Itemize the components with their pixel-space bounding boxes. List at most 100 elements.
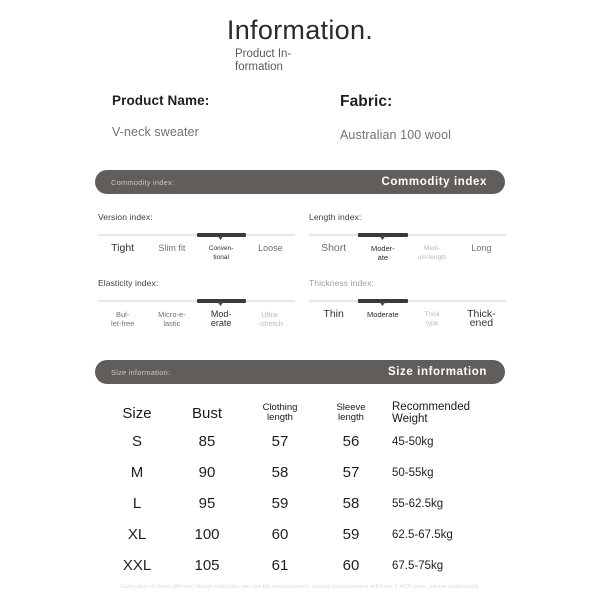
- cell-sleeve: 57: [342, 464, 360, 481]
- size-information-banner: Size information: Size information: [95, 360, 505, 384]
- version-index-slider[interactable]: [98, 230, 295, 240]
- table-row: XXL 105 61 60 67.5-75kg: [104, 550, 504, 581]
- cell-bust: 85: [198, 433, 216, 450]
- slider-marker-triangle-icon: [379, 236, 386, 240]
- elasticity-option-2[interactable]: Mod-erate: [197, 310, 246, 328]
- elasticity-option-0[interactable]: Bul-let-free: [98, 310, 147, 328]
- length-index-title: Length index:: [309, 212, 362, 222]
- footer-disclaimer: Every item of dress different design mat…: [120, 584, 480, 590]
- length-option-1[interactable]: Moder-ate: [358, 244, 407, 262]
- table-body: S 85 57 56 45-50kg M 90 58 57 50-55kg L …: [104, 426, 504, 581]
- thickness-index-slider[interactable]: [309, 296, 506, 306]
- slider-track: [309, 234, 506, 236]
- version-option-1[interactable]: Slim fit: [147, 244, 196, 262]
- product-name-label: Product Name:: [112, 93, 210, 108]
- page-header: Information. Product In- formation: [0, 0, 600, 73]
- table-row: L 95 59 58 55-62.5kg: [104, 488, 504, 519]
- size-banner-wrap: Size information: Size information: [0, 360, 600, 384]
- thickness-option-1[interactable]: Moderate: [358, 310, 407, 328]
- index-block-length: Length index: Short Moder-ate Medi-um-le…: [309, 212, 506, 262]
- version-option-0[interactable]: Tight: [98, 243, 147, 262]
- cell-sleeve: 60: [342, 557, 360, 574]
- cell-size: S: [131, 433, 142, 450]
- thickness-option-3[interactable]: Thick-ened: [457, 309, 506, 329]
- fabric-label: Fabric:: [340, 93, 393, 110]
- cell-clothing: 60: [271, 526, 289, 543]
- cell-weight: 50-55kg: [392, 466, 434, 479]
- thickness-option-0[interactable]: Thin: [309, 309, 358, 328]
- cell-bust: 100: [194, 526, 220, 543]
- index-block-thickness: Thickness index: Thin Moderate Thick type…: [309, 278, 506, 328]
- elasticity-option-3[interactable]: Ultra- -stretch: [246, 310, 295, 328]
- slider-marker-triangle-icon: [217, 302, 224, 306]
- elasticity-option-1[interactable]: Micro-e-lastic: [147, 310, 196, 328]
- column-header-sleeve-length: Sleeve length: [316, 402, 386, 424]
- length-option-2[interactable]: Medi-um-length: [408, 244, 457, 262]
- version-index-labels: Tight Slim fit Conven-tional Loose: [98, 243, 295, 262]
- cell-bust: 95: [198, 495, 216, 512]
- page-title: Information.: [226, 15, 374, 45]
- thickness-option-2[interactable]: Thick type: [408, 310, 457, 328]
- version-option-3[interactable]: Loose: [246, 244, 295, 262]
- commodity-index-banner: Commodity index: Commodity index: [95, 170, 505, 194]
- slider-marker-triangle-icon: [217, 236, 224, 240]
- cell-sleeve: 59: [342, 526, 360, 543]
- cell-size: L: [132, 495, 142, 512]
- length-index-labels: Short Moder-ate Medi-um-length Long: [309, 243, 506, 262]
- cell-weight: 62.5-67.5kg: [392, 528, 453, 541]
- length-option-0[interactable]: Short: [309, 243, 358, 262]
- cell-sleeve: 58: [342, 495, 360, 512]
- length-index-slider[interactable]: [309, 230, 506, 240]
- elasticity-index-title: Elasticity index:: [98, 278, 159, 288]
- elasticity-index-slider[interactable]: [98, 296, 295, 306]
- version-index-title: Version index:: [98, 212, 153, 222]
- product-summary: Product Name: V-neck sweater Fabric: Aus…: [0, 93, 600, 142]
- column-header-size: Size: [122, 404, 152, 422]
- cell-bust: 90: [198, 464, 216, 481]
- page-subtitle-line-1: Product In-: [235, 48, 292, 60]
- slider-track: [309, 300, 506, 302]
- length-option-3[interactable]: Long: [457, 244, 506, 262]
- commodity-banner-wrap: Commodity index: Commodity index: [0, 170, 600, 194]
- cell-clothing: 58: [271, 464, 289, 481]
- commodity-banner-right-label: Commodity index: [381, 176, 487, 188]
- elasticity-index-labels: Bul-let-free Micro-e-lastic Mod-erate Ul…: [98, 310, 295, 329]
- index-block-elasticity: Elasticity index: Bul-let-free Micro-e-l…: [98, 278, 295, 328]
- size-banner-right-label: Size information: [387, 366, 487, 378]
- cell-clothing: 59: [271, 495, 289, 512]
- product-name-column: Product Name: V-neck sweater: [112, 93, 340, 142]
- table-row: M 90 58 57 50-55kg: [104, 457, 504, 488]
- cell-size: XL: [127, 526, 147, 543]
- cell-weight: 67.5-75kg: [392, 559, 444, 572]
- page-subtitle-line-2: formation: [235, 60, 283, 73]
- table-row: S 85 57 56 45-50kg: [104, 426, 504, 457]
- column-header-bust: Bust: [191, 404, 222, 422]
- cell-size: M: [130, 464, 144, 481]
- column-header-clothing-length: Clothing length: [244, 402, 316, 424]
- commodity-banner-left-label: Commodity index:: [111, 177, 175, 187]
- table-header-row: Size Bust Clothing length Sleeve length …: [104, 400, 504, 426]
- index-grid: Version index: Tight Slim fit Conven-tio…: [0, 212, 600, 328]
- column-header-recommended-weight: Recommended Weight: [386, 401, 498, 426]
- cell-weight: 45-50kg: [392, 435, 434, 448]
- page-subtitle: Product In- formation: [225, 48, 375, 73]
- size-table: Size Bust Clothing length Sleeve length …: [0, 400, 600, 581]
- product-information-page: Information. Product In- formation Produ…: [0, 0, 600, 600]
- slider-marker-triangle-icon: [379, 302, 386, 306]
- column-header-clothing-length-line-2: length: [267, 412, 293, 423]
- cell-bust: 105: [194, 557, 220, 574]
- thickness-index-title: Thickness index:: [309, 278, 374, 288]
- version-option-2[interactable]: Conven-tional: [197, 244, 246, 262]
- table-row: XL 100 60 59 62.5-67.5kg: [104, 519, 504, 550]
- cell-sleeve: 56: [342, 433, 360, 450]
- cell-weight: 55-62.5kg: [392, 497, 444, 510]
- column-header-recommended-weight-line-1: Recommended: [392, 400, 470, 413]
- index-block-version: Version index: Tight Slim fit Conven-tio…: [98, 212, 295, 262]
- column-header-sleeve-length-line-2: length: [338, 412, 364, 423]
- product-name-value: V-neck sweater: [112, 125, 199, 139]
- fabric-value: Australian 100 wool: [340, 128, 451, 142]
- cell-size: XXL: [122, 557, 152, 574]
- column-header-recommended-weight-line-2: Weight: [392, 413, 428, 425]
- cell-clothing: 57: [271, 433, 289, 450]
- cell-clothing: 61: [271, 557, 289, 574]
